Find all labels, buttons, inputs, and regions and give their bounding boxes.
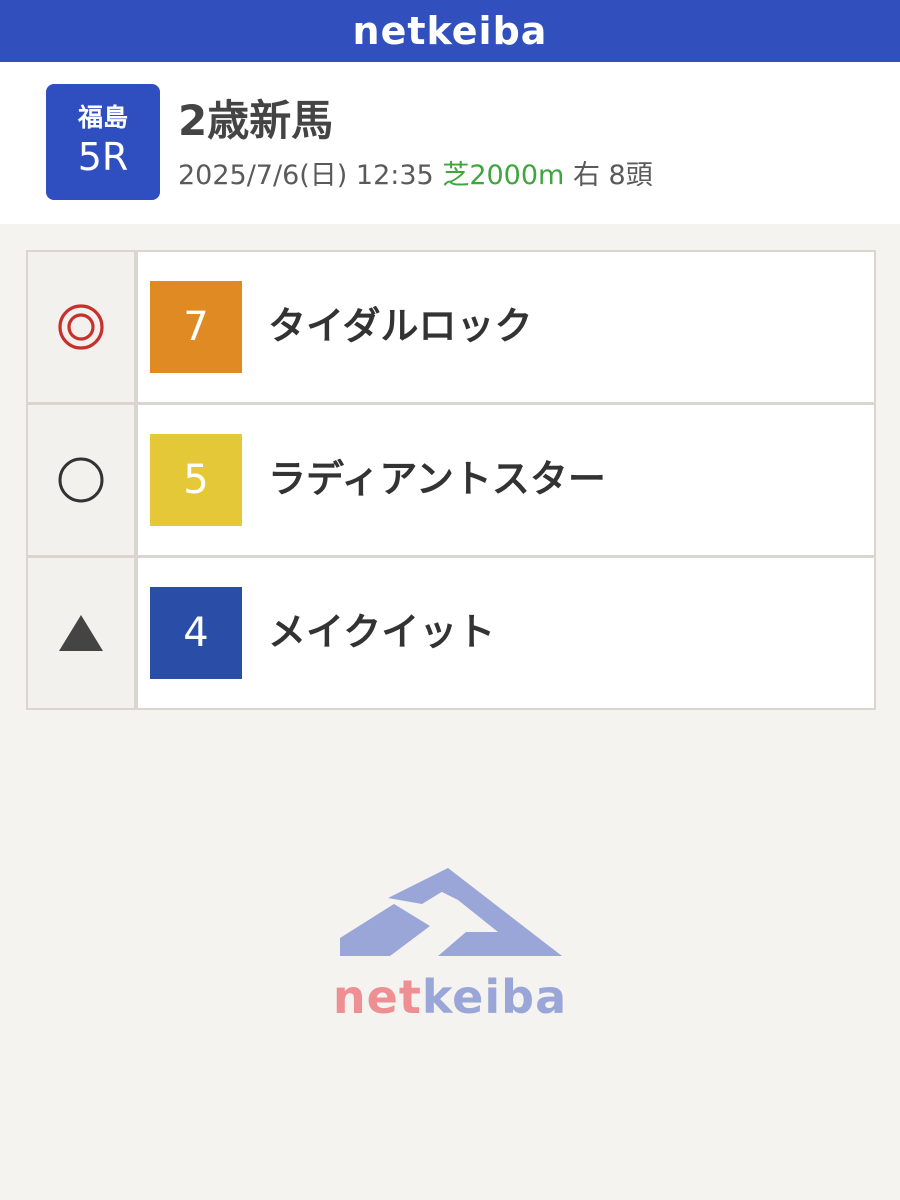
- netkeiba-logo[interactable]: netkeiba: [353, 9, 548, 53]
- venue-name: 福島: [77, 103, 128, 133]
- wordmark-net: net: [332, 970, 422, 1024]
- horse-name[interactable]: ラディアントスター: [268, 457, 606, 503]
- prediction-list: 7 タイダルロック 5 ラディアントスター 4 メイクイット: [26, 250, 876, 710]
- netkeiba-mark-icon: [340, 868, 562, 956]
- triangle-icon: [59, 615, 103, 651]
- prediction-row[interactable]: 7 タイダルロック: [28, 252, 874, 402]
- race-header: 福島 5R 2歳新馬 2025/7/6(日) 12:35 芝2000m 右 8頭: [0, 62, 900, 224]
- race-title: 2歳新馬: [178, 96, 334, 145]
- race-number: 5R: [77, 135, 129, 180]
- mark-cell: [28, 558, 134, 708]
- mark-cell: [28, 252, 134, 402]
- horse-name[interactable]: メイクイット: [268, 610, 495, 656]
- footer-wordmark: netkeiba: [330, 970, 570, 1024]
- horse-cell: 7 タイダルロック: [138, 252, 874, 402]
- horse-number-badge: 7: [150, 281, 242, 373]
- horse-name[interactable]: タイダルロック: [268, 304, 532, 350]
- race-date-time: 2025/7/6(日) 12:35: [178, 160, 434, 191]
- horse-cell: 5 ラディアントスター: [138, 405, 874, 555]
- prediction-row[interactable]: 5 ラディアントスター: [28, 405, 874, 555]
- footer-logo: netkeiba: [330, 860, 570, 1030]
- race-meta: 2025/7/6(日) 12:35 芝2000m 右 8頭: [178, 158, 653, 193]
- venue-badge: 福島 5R: [46, 84, 160, 200]
- prediction-row[interactable]: 4 メイクイット: [28, 558, 874, 708]
- mark-cell: [28, 405, 134, 555]
- horse-number-badge: 5: [150, 434, 242, 526]
- race-course: 芝2000m: [442, 160, 565, 191]
- wordmark-keiba: keiba: [421, 970, 568, 1024]
- horse-number-badge: 4: [150, 587, 242, 679]
- top-bar: netkeiba: [0, 0, 900, 62]
- circle-icon: [58, 457, 104, 503]
- race-direction-count: 右 8頭: [572, 160, 653, 191]
- horse-cell: 4 メイクイット: [138, 558, 874, 708]
- double-circle-icon: [58, 304, 104, 350]
